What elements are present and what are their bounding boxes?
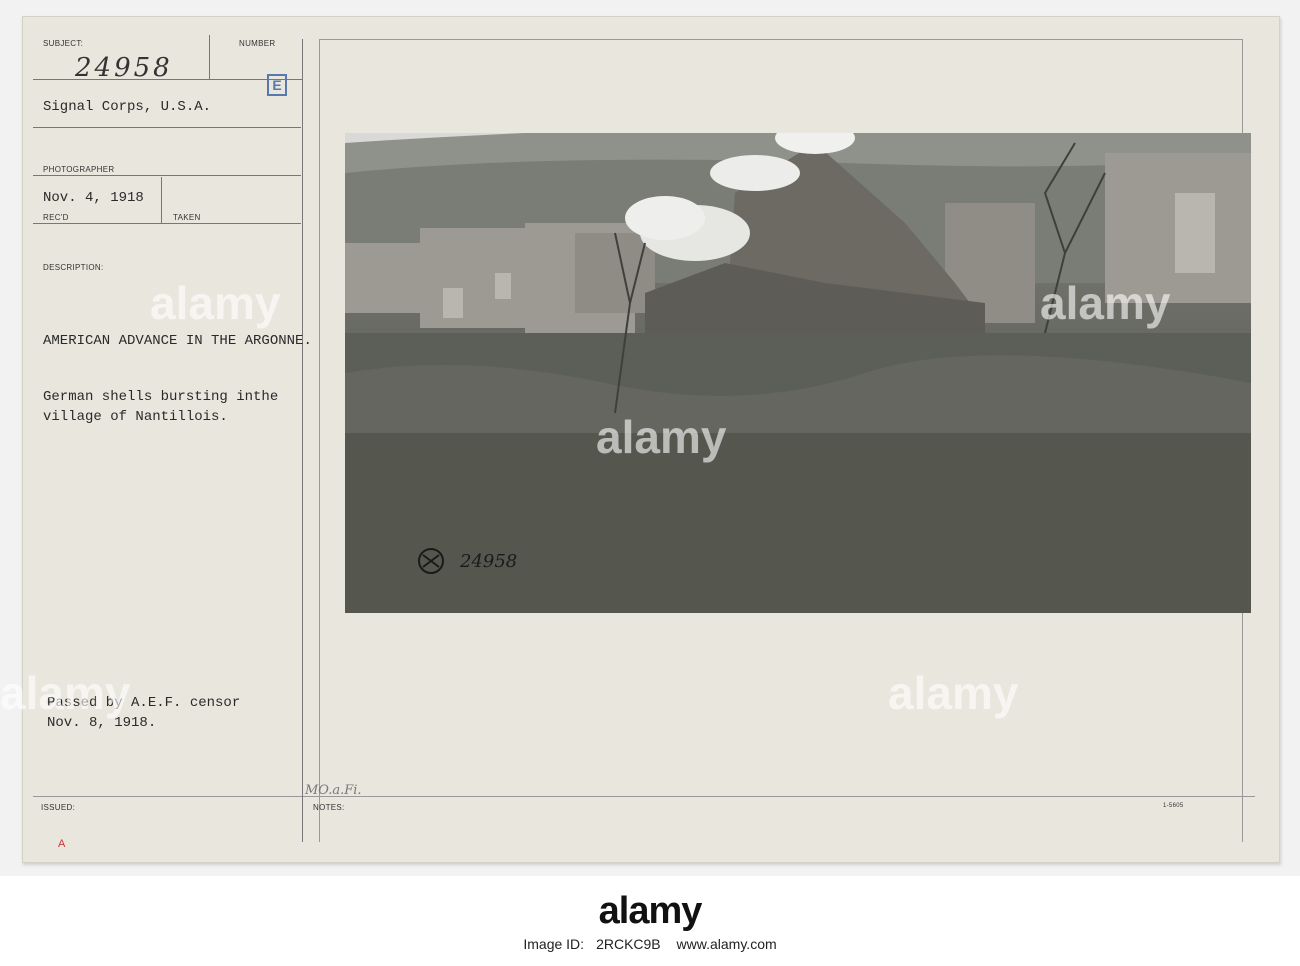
rule — [33, 796, 1255, 797]
rule — [319, 39, 320, 842]
rule — [319, 39, 1243, 40]
organization: Signal Corps, U.S.A. — [43, 99, 212, 115]
notes-label: NOTES: — [313, 803, 345, 812]
image-id: 2RCKC9B — [596, 936, 661, 952]
caption-line-2: village of Nantillois. — [43, 409, 228, 425]
number-label: NUMBER — [239, 39, 276, 48]
recd-label: REC'D — [43, 213, 69, 222]
rule — [161, 177, 162, 223]
rule — [302, 39, 303, 842]
record-title: AMERICAN ADVANCE IN THE ARGONNE. — [43, 333, 312, 349]
issued-label: ISSUED: — [41, 803, 76, 812]
caption-line-1: German shells bursting inthe — [43, 389, 279, 405]
watermark: alamy — [596, 411, 727, 463]
photograph — [345, 133, 1251, 613]
image-id-line: Image ID: 2RCKC9B www.alamy.com — [0, 936, 1300, 952]
subject-number: 24958 — [75, 53, 173, 83]
watermark: alamy — [888, 667, 1019, 719]
date-received: Nov. 4, 1918 — [43, 190, 144, 206]
rule — [33, 175, 301, 176]
alamy-logo[interactable]: alamy — [0, 890, 1300, 933]
photo-number: 24958 — [460, 551, 518, 572]
signal-corps-stamp — [410, 545, 452, 586]
image-id-label: Image ID: — [523, 936, 585, 952]
site-url[interactable]: www.alamy.com — [677, 936, 777, 952]
watermark: alamy — [1040, 277, 1171, 329]
form-number: 1-5605 — [1163, 803, 1184, 809]
rule — [209, 35, 210, 79]
taken-label: TAKEN — [173, 213, 201, 222]
notes-handwriting: MO.a.Fi. — [305, 783, 362, 798]
number-stamp: E — [267, 74, 287, 96]
photographer-label: PHOTOGRAPHER — [43, 165, 115, 174]
rule — [33, 223, 301, 224]
description-label: DESCRIPTION: — [43, 263, 104, 272]
rule — [33, 127, 301, 128]
village-ruins-image — [345, 133, 1251, 613]
watermark: alamy — [0, 667, 131, 719]
watermark: alamy — [150, 277, 281, 329]
subject-label: SUBJECT: — [43, 39, 84, 48]
corner-mark: A — [58, 838, 66, 850]
